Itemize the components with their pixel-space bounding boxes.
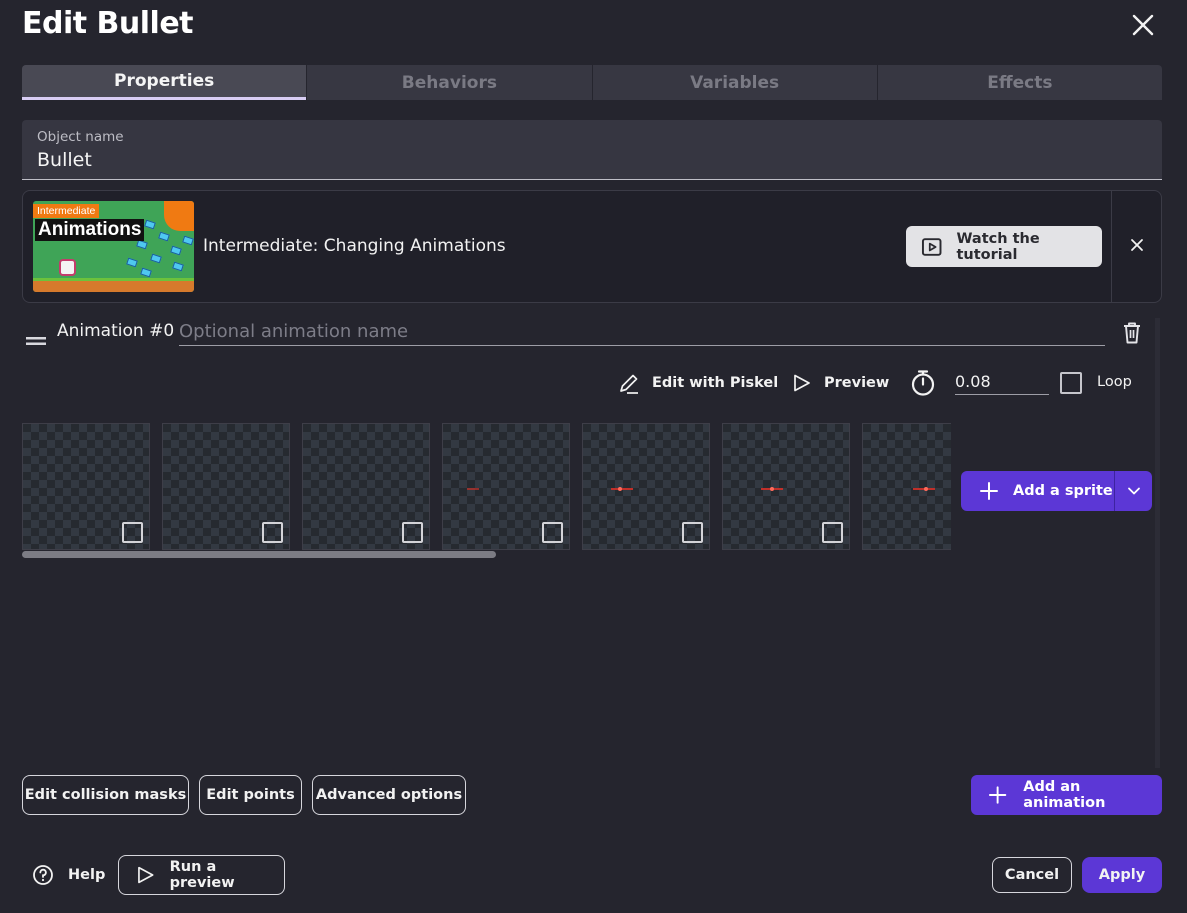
bullet-core xyxy=(924,487,928,491)
play-video-icon xyxy=(921,237,942,256)
frame-select-checkbox[interactable] xyxy=(682,522,703,543)
preview-label: Preview xyxy=(824,375,890,391)
help-button[interactable]: Help xyxy=(32,864,105,886)
tab-variables[interactable]: Variables xyxy=(591,65,877,100)
object-name-field[interactable]: Object name Bullet xyxy=(22,120,1162,180)
tab-behaviors[interactable]: Behaviors xyxy=(306,65,591,100)
bullet-core xyxy=(618,487,622,491)
help-label: Help xyxy=(68,867,106,883)
object-name-label: Object name xyxy=(37,129,124,145)
bullet-core xyxy=(770,487,774,491)
edit-points-button[interactable]: Edit points xyxy=(199,775,302,815)
gem-icon xyxy=(170,245,182,256)
tab-properties[interactable]: Properties xyxy=(22,65,307,100)
run-preview-label: Run a preview xyxy=(169,859,235,891)
watch-tutorial-button[interactable]: Watch the tutorial xyxy=(906,226,1102,267)
add-sprite-button[interactable]: Add a sprite xyxy=(961,471,1114,511)
bullet-sprite xyxy=(611,488,633,490)
add-sprite-button-group: Add a sprite xyxy=(961,471,1152,511)
sprite-frame[interactable] xyxy=(302,423,430,550)
animation-name-input[interactable] xyxy=(179,318,1105,346)
sprite-frame[interactable] xyxy=(442,423,570,550)
object-name-input[interactable]: Bullet xyxy=(37,149,1147,171)
thumbnail-badge: Intermediate xyxy=(33,204,100,218)
gem-icon xyxy=(158,231,170,242)
help-icon xyxy=(33,865,53,885)
apply-button[interactable]: Apply xyxy=(1082,857,1162,893)
character-icon xyxy=(59,259,76,276)
add-animation-button[interactable]: Add an animation xyxy=(971,775,1162,815)
gem-icon xyxy=(172,261,184,272)
animation-label: Animation #0 xyxy=(57,321,175,341)
add-animation-label: Add an animation xyxy=(1023,779,1106,811)
bullet-sprite xyxy=(467,488,479,490)
cancel-button[interactable]: Cancel xyxy=(992,857,1072,893)
gem-icon xyxy=(182,235,194,246)
frame-select-checkbox[interactable] xyxy=(402,522,423,543)
gem-icon xyxy=(140,267,152,278)
plus-icon xyxy=(980,482,998,500)
tutorial-title: Intermediate: Changing Animations xyxy=(203,236,506,256)
frame-select-checkbox[interactable] xyxy=(542,522,563,543)
add-sprite-label: Add a sprite xyxy=(1013,483,1113,499)
sprite-frame[interactable] xyxy=(582,423,710,550)
animation-header: Animation #0 xyxy=(22,318,1162,348)
plus-icon xyxy=(988,786,1007,804)
gem-icon xyxy=(144,219,156,230)
dialog-title: Edit Bullet xyxy=(22,6,194,41)
loop-label: Loop xyxy=(1097,374,1132,390)
edit-with-piskel-button[interactable]: Edit with Piskel xyxy=(618,372,778,394)
advanced-options-button[interactable]: Advanced options xyxy=(312,775,466,815)
thumbnail-ground xyxy=(33,278,194,292)
sprite-frame[interactable] xyxy=(162,423,290,550)
sprite-frame[interactable] xyxy=(22,423,150,550)
tab-effects[interactable]: Effects xyxy=(876,65,1162,100)
tutorial-card: Intermediate Animations Intermediate: Ch… xyxy=(22,190,1162,303)
close-dialog-icon[interactable] xyxy=(1128,10,1158,40)
frames-scrollbar[interactable] xyxy=(22,551,496,558)
toolbar-timer xyxy=(909,368,937,398)
sprite-frame[interactable] xyxy=(722,423,850,550)
run-preview-button[interactable]: Run a preview xyxy=(118,855,285,895)
toolbar-preview: Preview xyxy=(792,368,889,398)
dismiss-tutorial-icon[interactable] xyxy=(1127,235,1147,255)
thumbnail-title: Animations xyxy=(35,219,145,241)
stopwatch-icon xyxy=(911,370,935,396)
preview-animation-button[interactable]: Preview xyxy=(792,373,889,393)
gem-icon xyxy=(150,253,162,264)
play-icon xyxy=(794,374,810,392)
panel-scrollbar-track[interactable] xyxy=(1155,318,1160,768)
tutorial-divider xyxy=(1111,191,1112,302)
gem-icon xyxy=(126,257,138,268)
chevron-down-icon xyxy=(1127,487,1140,495)
sprite-frames-list xyxy=(22,423,951,550)
frame-select-checkbox[interactable] xyxy=(822,522,843,543)
loop-checkbox[interactable] xyxy=(1060,372,1082,394)
watch-tutorial-label: Watch the tutorial xyxy=(956,230,1040,263)
sprite-frame[interactable] xyxy=(862,423,951,550)
frame-select-checkbox[interactable] xyxy=(122,522,143,543)
frame-select-checkbox[interactable] xyxy=(262,522,283,543)
frame-timing-input[interactable] xyxy=(955,368,1049,395)
play-icon xyxy=(138,866,154,884)
toolbar-edit-piskel: Edit with Piskel xyxy=(618,368,778,398)
gem-icon xyxy=(136,239,148,250)
drag-handle-icon[interactable] xyxy=(26,330,46,345)
tutorial-thumbnail[interactable]: Intermediate Animations xyxy=(33,201,194,292)
add-sprite-dropdown[interactable] xyxy=(1115,471,1152,511)
tab-bar: Properties Behaviors Variables Effects xyxy=(22,65,1162,100)
gdevelop-logo-icon xyxy=(164,201,194,231)
edit-collision-masks-button[interactable]: Edit collision masks xyxy=(22,775,189,815)
edit-with-piskel-label: Edit with Piskel xyxy=(652,375,779,391)
pencil-icon xyxy=(620,374,638,394)
delete-animation-icon[interactable] xyxy=(1121,321,1143,345)
